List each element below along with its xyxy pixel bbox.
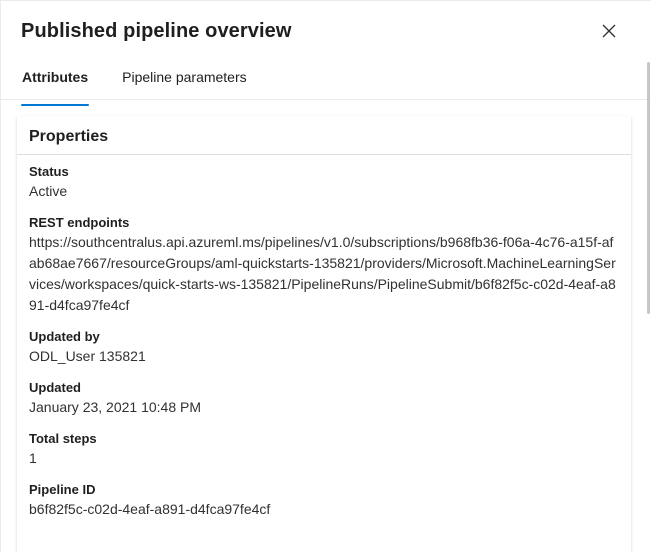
property-pipeline-id: Pipeline ID b6f82f5c-c02d-4eaf-a891-d4fc… (29, 481, 619, 520)
tab-pipeline-parameters[interactable]: Pipeline parameters (121, 63, 248, 99)
property-label: Status (29, 164, 69, 179)
pipeline-overview-panel: Published pipeline overview Attributes P… (0, 0, 651, 552)
property-value: ODL_User 135821 (29, 348, 146, 364)
panel-header: Published pipeline overview (21, 17, 631, 47)
scrollbar-thumb[interactable] (647, 62, 650, 314)
property-label: Updated (29, 380, 81, 395)
property-total-steps: Total steps 1 (29, 430, 619, 469)
property-status: Status Active (29, 163, 619, 202)
tab-attributes[interactable]: Attributes (21, 63, 90, 106)
tabs-divider (1, 99, 651, 100)
panel-title: Published pipeline overview (21, 20, 292, 42)
property-label: Total steps (29, 431, 97, 446)
property-updated-by: Updated by ODL_User 135821 (29, 328, 619, 367)
property-rest-endpoints: REST endpoints https://southcentralus.ap… (29, 214, 619, 316)
property-value: 1 (29, 450, 37, 466)
property-value: January 23, 2021 10:48 PM (29, 399, 202, 415)
scrollbar-track[interactable] (651, 0, 672, 552)
property-label: Pipeline ID (29, 482, 96, 497)
properties-card: Properties Status Active REST endpoints … (17, 116, 631, 552)
property-value: b6f82f5c-c02d-4eaf-a891-d4fca97fe4cf (29, 501, 271, 517)
close-icon (602, 24, 616, 38)
property-label: Updated by (29, 329, 100, 344)
tab-bar: Attributes Pipeline parameters (21, 63, 651, 106)
property-value: Active (29, 183, 68, 199)
close-button[interactable] (595, 17, 623, 45)
property-value: https://southcentralus.api.azureml.ms/pi… (29, 234, 616, 313)
card-title: Properties (29, 128, 109, 145)
property-updated: Updated January 23, 2021 10:48 PM (29, 379, 619, 418)
properties-list: Status Active REST endpoints https://sou… (17, 155, 631, 520)
property-label: REST endpoints (29, 215, 130, 230)
